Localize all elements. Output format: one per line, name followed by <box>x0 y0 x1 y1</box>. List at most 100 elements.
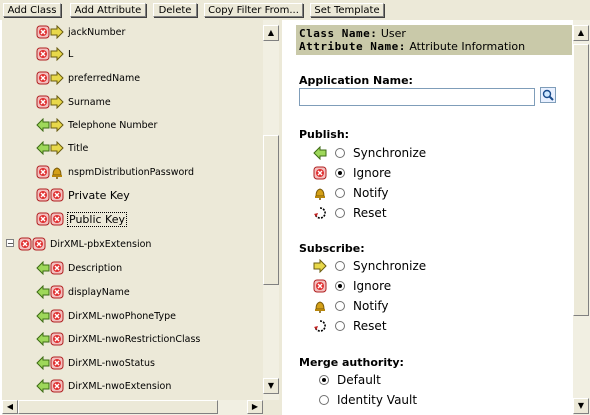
application-name-input[interactable] <box>299 88 535 106</box>
tree-item-dirxml-nwostatus[interactable]: DirXML-nwoStatus <box>36 353 155 373</box>
tree-item-surname[interactable]: Surname <box>36 92 111 112</box>
add-class-button[interactable]: Add Class <box>3 3 61 17</box>
scroll-thumb[interactable] <box>573 44 589 316</box>
ignore-icon <box>50 188 64 202</box>
subscribe-notify-option[interactable]: Notify <box>313 299 388 313</box>
publish-label: Publish: <box>299 128 350 141</box>
scroll-thumb[interactable] <box>18 400 218 414</box>
scroll-thumb[interactable] <box>263 135 279 285</box>
tree-item-telephone-number[interactable]: Telephone Number <box>36 115 157 135</box>
scroll-up-arrow-icon[interactable]: ▲ <box>573 25 589 41</box>
attribute-name-key: Attribute Name: <box>299 40 406 53</box>
subscribe-reset-radio[interactable] <box>335 321 345 331</box>
publish-synchronize-radio[interactable] <box>335 148 345 158</box>
merge-default-radio[interactable] <box>319 375 329 385</box>
subscribe-ignore-radio[interactable] <box>335 281 345 291</box>
scroll-right-arrow-icon[interactable]: ▶ <box>247 400 263 414</box>
reset-icon <box>313 319 327 333</box>
subscribe-ignore-option[interactable]: Ignore <box>313 279 391 293</box>
ignore-icon <box>50 285 64 299</box>
publish-notify-radio[interactable] <box>335 188 345 198</box>
tree-item-preferredname[interactable]: preferredName <box>36 68 140 88</box>
publish-ignore-option[interactable]: Ignore <box>313 166 391 180</box>
ignore-icon <box>36 188 50 202</box>
add-attribute-button[interactable]: Add Attribute <box>70 3 146 17</box>
subscribe-synchronize-radio[interactable] <box>335 261 345 271</box>
tree-item-label: Telephone Number <box>68 119 158 131</box>
sync-right-icon <box>50 141 64 155</box>
tree-item-label: Private Key <box>68 188 130 202</box>
publish-reset-option[interactable]: Reset <box>313 206 387 220</box>
tree-item-label: DirXML-pbxExtension <box>50 238 152 250</box>
class-name-value: User <box>380 27 406 40</box>
option-label: Ignore <box>353 166 392 180</box>
ignore-icon <box>50 379 64 393</box>
publish-synchronize-option[interactable]: Synchronize <box>313 146 426 160</box>
tree-item-l[interactable]: L <box>36 44 73 64</box>
scroll-up-arrow-icon[interactable]: ▲ <box>263 25 279 41</box>
tree-item-title[interactable]: Title <box>36 138 88 158</box>
publish-ignore-radio[interactable] <box>335 168 345 178</box>
ignore-icon <box>313 279 327 293</box>
sync-right-icon <box>50 47 64 61</box>
notify-icon <box>313 299 327 313</box>
sync-left-icon <box>313 146 327 160</box>
option-label: Notify <box>353 299 389 313</box>
tree-item-jacknumber[interactable]: jackNumber <box>36 22 125 42</box>
tree-item-label: displayName <box>68 286 130 298</box>
tree-item-dirxml-nwoextension[interactable]: DirXML-nwoExtension <box>36 376 171 396</box>
tree-item-label: preferredName <box>68 72 141 84</box>
tree-item-public-key[interactable]: Public Key <box>36 209 127 229</box>
publish-notify-option[interactable]: Notify <box>313 186 388 200</box>
scroll-left-arrow-icon[interactable]: ◀ <box>2 400 18 414</box>
subscribe-synchronize-option[interactable]: Synchronize <box>313 259 426 273</box>
merge-authority-label: Merge authority: <box>299 356 404 369</box>
copy-filter-button[interactable]: Copy Filter From... <box>204 3 303 17</box>
publish-reset-radio[interactable] <box>335 208 345 218</box>
set-template-button[interactable]: Set Template <box>310 3 384 17</box>
ignore-icon <box>313 166 327 180</box>
tree-item-private-key[interactable]: Private Key <box>36 185 130 205</box>
class-name-key: Class Name: <box>299 27 378 40</box>
attribute-details-panel: Class Name: User Attribute Name: Attribu… <box>296 20 572 415</box>
ignore-icon <box>36 212 50 226</box>
subscribe-notify-radio[interactable] <box>335 301 345 311</box>
attribute-header: Class Name: User Attribute Name: Attribu… <box>296 25 572 55</box>
merge-identity-vault-radio[interactable] <box>319 395 329 405</box>
merge-default-option[interactable]: Default <box>319 373 381 387</box>
merge-identity-vault-option[interactable]: Identity Vault <box>319 393 417 407</box>
notify-icon <box>313 186 327 200</box>
reset-icon <box>313 206 327 220</box>
tree-item-dirxml-pbxextension[interactable]: DirXML-pbxExtension <box>18 234 151 254</box>
sync-right-icon <box>313 259 327 273</box>
ignore-icon <box>50 356 64 370</box>
scroll-down-arrow-icon[interactable]: ▼ <box>573 398 589 414</box>
attribute-name-value: Attribute Information <box>409 40 526 53</box>
sync-left-icon <box>36 118 50 132</box>
class-name-row: Class Name: User <box>299 27 406 40</box>
option-label: Synchronize <box>353 146 427 160</box>
browse-button[interactable] <box>540 87 556 103</box>
collapse-toggle[interactable]: − <box>6 239 14 248</box>
ignore-icon <box>50 261 64 275</box>
ignore-icon <box>36 71 50 85</box>
option-label: Default <box>337 373 381 387</box>
notify-icon <box>50 165 64 179</box>
tree-vertical-scrollbar[interactable]: ▲ ▼ <box>263 20 279 400</box>
ignore-icon <box>18 237 32 251</box>
tree-horizontal-scrollbar[interactable]: ◀ ▶ <box>2 400 263 415</box>
subscribe-reset-option[interactable]: Reset <box>313 319 387 333</box>
details-vertical-scrollbar[interactable]: ▲ ▼ <box>573 20 590 415</box>
option-label: Notify <box>353 186 389 200</box>
ignore-icon <box>32 237 46 251</box>
sync-right-icon <box>50 71 64 85</box>
sync-left-icon <box>36 285 50 299</box>
tree-item-nspmdistributionpassword[interactable]: nspmDistributionPassword <box>36 162 194 182</box>
tree-item-dirxml-nwophonetype[interactable]: DirXML-nwoPhoneType <box>36 306 176 326</box>
delete-button[interactable]: Delete <box>153 3 197 17</box>
scroll-down-arrow-icon[interactable]: ▼ <box>263 378 279 394</box>
tree-item-displayname[interactable]: displayName <box>36 282 130 302</box>
tree-item-description[interactable]: Description <box>36 258 122 278</box>
tree-item-dirxml-nworestrictionclass[interactable]: DirXML-nwoRestrictionClass <box>36 329 200 349</box>
option-label: Identity Vault <box>337 393 418 407</box>
